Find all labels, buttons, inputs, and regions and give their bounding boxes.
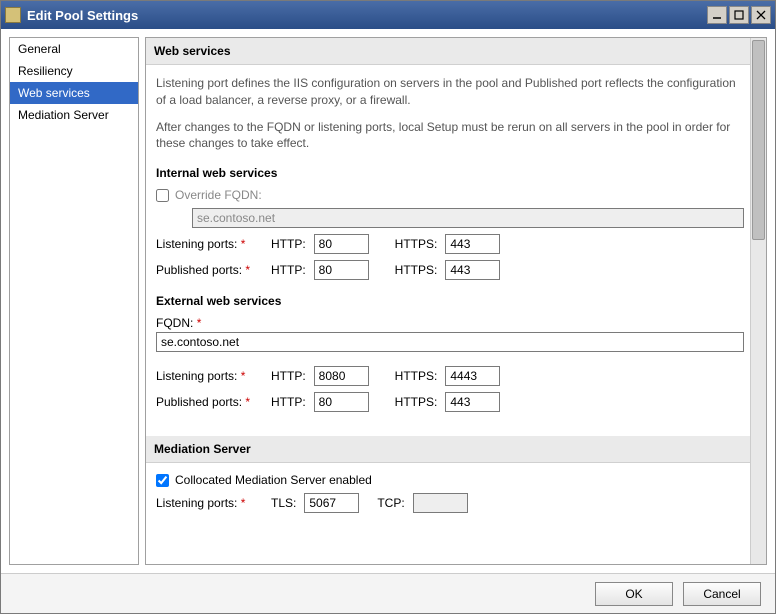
override-fqdn-label: Override FQDN: bbox=[175, 188, 262, 202]
external-pub-http-input[interactable] bbox=[314, 392, 369, 412]
sidebar-item-general[interactable]: General bbox=[10, 38, 138, 60]
tcp-label: TCP: bbox=[377, 496, 404, 510]
web-services-header-label: Web services bbox=[154, 44, 231, 58]
window-title: Edit Pool Settings bbox=[27, 8, 707, 23]
collocated-label: Collocated Mediation Server enabled bbox=[175, 473, 372, 487]
mediation-tls-input[interactable] bbox=[304, 493, 359, 513]
titlebar: Edit Pool Settings bbox=[1, 1, 775, 29]
mediation-listening-label: Listening ports: * bbox=[156, 496, 261, 510]
web-services-header[interactable]: Web services ▴ bbox=[146, 38, 766, 65]
external-published-label: Published ports: * bbox=[156, 395, 261, 409]
internal-pub-http-input[interactable] bbox=[314, 260, 369, 280]
description-2: After changes to the FQDN or listening p… bbox=[156, 119, 744, 153]
override-fqdn-checkbox[interactable] bbox=[156, 189, 169, 202]
maximize-button[interactable] bbox=[729, 6, 749, 24]
internal-fqdn-input bbox=[192, 208, 744, 228]
external-fqdn-input[interactable] bbox=[156, 332, 744, 352]
collocated-checkbox[interactable] bbox=[156, 474, 169, 487]
sidebar-item-web-services[interactable]: Web services bbox=[10, 82, 138, 104]
scrollbar-thumb[interactable] bbox=[752, 40, 765, 240]
mediation-header-label: Mediation Server bbox=[154, 442, 251, 456]
https-label: HTTPS: bbox=[395, 395, 438, 409]
sidebar-item-resiliency[interactable]: Resiliency bbox=[10, 60, 138, 82]
body: General Resiliency Web services Mediatio… bbox=[1, 29, 775, 573]
edit-pool-settings-window: Edit Pool Settings General Resiliency We… bbox=[0, 0, 776, 614]
tls-label: TLS: bbox=[271, 496, 296, 510]
external-listening-label: Listening ports: * bbox=[156, 369, 261, 383]
close-button[interactable] bbox=[751, 6, 771, 24]
http-label: HTTP: bbox=[271, 237, 306, 251]
internal-header: Internal web services bbox=[156, 166, 744, 180]
https-label: HTTPS: bbox=[395, 263, 438, 277]
external-header: External web services bbox=[156, 294, 744, 308]
https-label: HTTPS: bbox=[395, 369, 438, 383]
internal-pub-https-input[interactable] bbox=[445, 260, 500, 280]
internal-published-label: Published ports: * bbox=[156, 263, 261, 277]
description-1: Listening port defines the IIS configura… bbox=[156, 75, 744, 109]
https-label: HTTPS: bbox=[395, 237, 438, 251]
sidebar: General Resiliency Web services Mediatio… bbox=[9, 37, 139, 565]
ok-button[interactable]: OK bbox=[595, 582, 673, 606]
footer: OK Cancel bbox=[1, 573, 775, 613]
minimize-button[interactable] bbox=[707, 6, 727, 24]
app-icon bbox=[5, 7, 21, 23]
http-label: HTTP: bbox=[271, 395, 306, 409]
internal-listen-https-input[interactable] bbox=[445, 234, 500, 254]
sidebar-item-mediation-server[interactable]: Mediation Server bbox=[10, 104, 138, 126]
scrollbar[interactable] bbox=[750, 38, 766, 564]
external-fqdn-label: FQDN: * bbox=[156, 316, 201, 330]
window-buttons bbox=[707, 6, 771, 24]
internal-listening-label: Listening ports: * bbox=[156, 237, 261, 251]
external-listen-http-input[interactable] bbox=[314, 366, 369, 386]
internal-listen-http-input[interactable] bbox=[314, 234, 369, 254]
cancel-button[interactable]: Cancel bbox=[683, 582, 761, 606]
mediation-tcp-input bbox=[413, 493, 468, 513]
main-panel: Web services ▴ Listening port defines th… bbox=[145, 37, 767, 565]
http-label: HTTP: bbox=[271, 369, 306, 383]
http-label: HTTP: bbox=[271, 263, 306, 277]
external-listen-https-input[interactable] bbox=[445, 366, 500, 386]
external-pub-https-input[interactable] bbox=[445, 392, 500, 412]
mediation-header[interactable]: Mediation Server ▴ bbox=[146, 436, 766, 463]
